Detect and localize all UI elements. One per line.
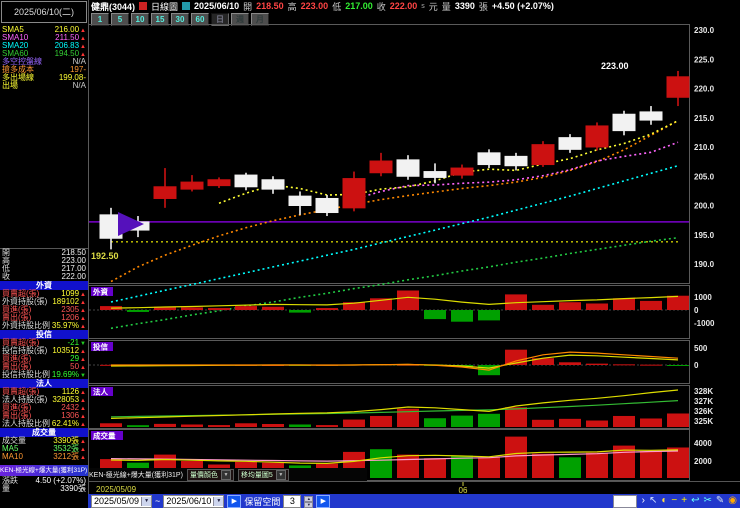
svg-text:06: 06 xyxy=(459,486,468,494)
long-signal-marker xyxy=(118,212,144,236)
svg-text:4000: 4000 xyxy=(694,439,712,448)
svg-text:325K: 325K xyxy=(694,417,713,426)
date-from-value: 2025/05/09 xyxy=(94,496,140,506)
ken-indicator-label: KEN-極光線+爆大量(獲利31P) xyxy=(89,471,183,479)
ma-volume-value: 移均量圖5 xyxy=(240,471,273,479)
panel-bars xyxy=(100,407,689,427)
ohlc-row: 收 222.00 xyxy=(2,272,86,281)
chevron-down-icon[interactable]: ▼ xyxy=(213,496,224,506)
svg-text:1000: 1000 xyxy=(694,293,712,302)
ohlc-readout: 開 218.50 高 223.00 低 217.00 收 222.00 xyxy=(0,248,88,281)
svg-text:投信: 投信 xyxy=(93,342,108,352)
apply-space-button[interactable]: ▶ xyxy=(316,494,331,508)
date-from-select[interactable]: 2025/05/09 ▼ xyxy=(91,494,153,508)
svg-text:2025/05/09: 2025/05/09 xyxy=(96,485,137,494)
svg-text:190.0: 190.0 xyxy=(694,260,715,269)
svg-text:-1000: -1000 xyxy=(694,319,715,328)
color-mode-dropdown[interactable]: 量價顏色 ▼ xyxy=(186,468,234,481)
svg-text:500: 500 xyxy=(694,344,708,353)
svg-text:225.0: 225.0 xyxy=(694,55,715,64)
ken-indicator-header: KEN-極光線+爆大量(獲利31P) xyxy=(0,465,88,476)
corner-date: 2025/06/10(二) xyxy=(1,1,87,23)
svg-text:成交量: 成交量 xyxy=(93,431,116,441)
svg-text:192.50: 192.50 xyxy=(91,251,119,261)
svg-text:法人: 法人 xyxy=(93,387,108,397)
signal-row: 出場 N/A xyxy=(2,81,86,90)
chevron-down-icon[interactable]: ▼ xyxy=(275,469,286,480)
svg-text:外資: 外資 xyxy=(93,287,108,297)
keep-space-input[interactable]: 3 xyxy=(283,494,302,508)
svg-text:195.0: 195.0 xyxy=(694,231,715,240)
svg-text:0: 0 xyxy=(694,361,699,370)
svg-text:200.0: 200.0 xyxy=(694,202,715,211)
svg-text:223.00: 223.00 xyxy=(601,61,629,71)
svg-text:327K: 327K xyxy=(694,397,713,406)
svg-text:328K: 328K xyxy=(694,387,713,396)
chevron-down-icon[interactable]: ▼ xyxy=(220,469,231,480)
draw-icon[interactable]: ✎ xyxy=(716,494,724,508)
svg-text:220.0: 220.0 xyxy=(694,85,715,94)
svg-text:230.0: 230.0 xyxy=(694,26,715,35)
date-range-tilde: ~ xyxy=(155,496,161,506)
chart-tools: › ↖ ◐ − + ↩ ✂ ✎ ◉ xyxy=(642,494,737,508)
svg-text:0: 0 xyxy=(694,306,699,315)
volume-value: 3390張 xyxy=(60,484,86,493)
ken-indicator-toolbar: KEN-極光線+爆大量(獲利31P) 量價顏色 ▼ 移均量圖5 ▼ xyxy=(89,468,367,481)
date-to-value: 2025/06/10 xyxy=(166,496,212,506)
quick-input[interactable] xyxy=(612,494,637,508)
screenshot-icon[interactable]: ✂ xyxy=(703,494,711,508)
section-row: 外資持股比例 35.97%▲ xyxy=(2,320,86,330)
svg-text:326K: 326K xyxy=(694,407,713,416)
undo-icon[interactable]: ↩ xyxy=(691,494,699,508)
spinner-down-icon[interactable]: ▼ xyxy=(304,501,314,508)
keep-space-spinner[interactable]: ▲ ▼ xyxy=(304,495,314,508)
alert-icon[interactable]: ◉ xyxy=(728,494,737,508)
volume-row: 量 3390張 xyxy=(0,485,88,493)
section-row: 法人持股比例 62.41%▲ xyxy=(2,418,86,428)
svg-text:2000: 2000 xyxy=(694,457,712,466)
svg-text:210.0: 210.0 xyxy=(694,143,715,152)
section-row: MA10 3212張▲ xyxy=(2,451,86,461)
ma-legend: SMA5 216.00▲ SMA10 211.50▲ SMA20 206.83▲ SMA60… xyxy=(0,25,88,58)
apply-date-button[interactable]: ▶ xyxy=(227,494,242,508)
svg-text:205.0: 205.0 xyxy=(694,172,715,181)
date-to-select[interactable]: 2025/06/10 ▼ xyxy=(163,494,225,508)
keep-space-label: 保留空間 xyxy=(244,496,281,507)
cursor-icon[interactable]: ↖ xyxy=(649,494,657,508)
signal-legend: 多空控盤線 N/A 搶多成本 197- 多出場線 199.08- 出場 N/A xyxy=(0,58,88,90)
bottom-toolbar: 2025/05/09 ▼ ~ 2025/06/10 ▼ ▶ 保留空間 3 ▲ ▼ … xyxy=(88,494,740,508)
zoom-in-icon[interactable]: + xyxy=(681,494,687,508)
color-mode-value: 量價顏色 xyxy=(189,471,218,479)
expand-icon[interactable]: › xyxy=(642,494,645,508)
section-row: 投信持股比例 19.69%▼ xyxy=(2,369,86,379)
ma-volume-dropdown[interactable]: 移均量圖5 ▼ xyxy=(237,468,289,481)
sidebar: 2025/06/10(二) SMA5 216.00▲ SMA10 211.50▲ SMA… xyxy=(0,0,89,508)
chevron-down-icon[interactable]: ▼ xyxy=(141,496,152,506)
volume-label: 量 xyxy=(2,484,10,493)
svg-text:215.0: 215.0 xyxy=(694,114,715,123)
stock-chart-app: 2025/06/10(二) SMA5 216.00▲ SMA10 211.50▲ SMA… xyxy=(0,0,740,508)
chart-canvas[interactable]: 230.0 225.0 220.0 215.0 210.0 205.0 200.0 195.0… xyxy=(88,0,740,494)
zoom-out-icon[interactable]: − xyxy=(671,494,677,508)
institution-sections: 外資 買賣超(張) 1099▲ 外資持股(張) 189102▲ 買進(張) 2305▲ 賣出(… xyxy=(0,281,88,461)
theme-icon[interactable]: ◐ xyxy=(661,494,667,508)
